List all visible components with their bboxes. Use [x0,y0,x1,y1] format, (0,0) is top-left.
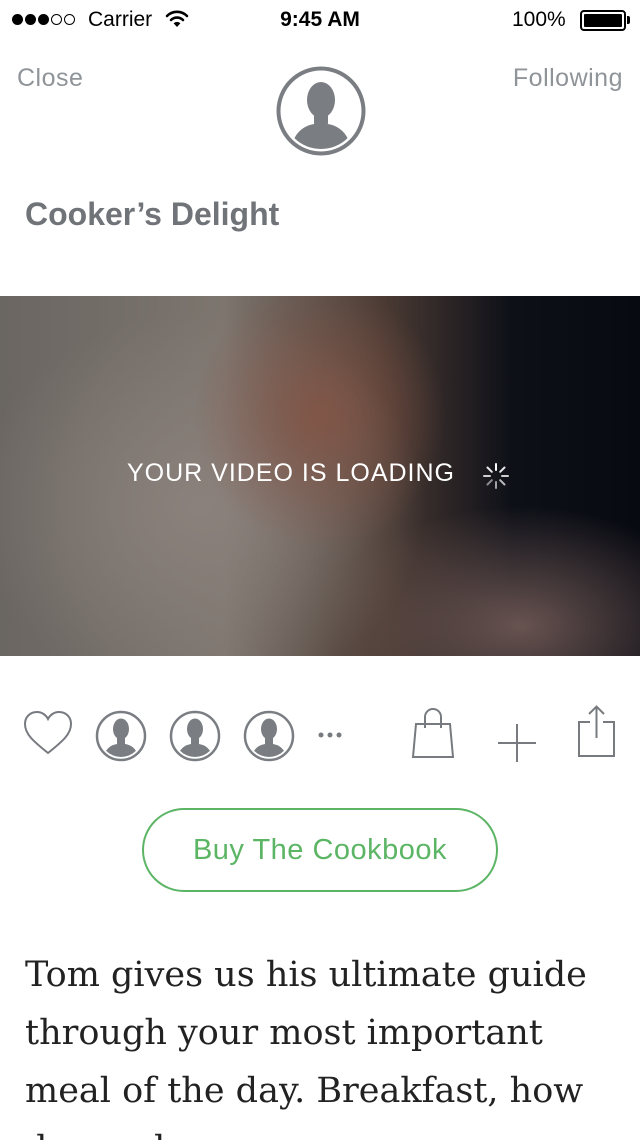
video-player[interactable]: YOUR VIDEO IS LOADING [0,296,640,656]
follower-avatar-icon[interactable] [95,710,147,762]
following-button[interactable]: Following [513,64,623,93]
action-bar [0,700,640,770]
description-text: Tom gives us his ultimate guide through … [25,955,587,1140]
buy-cookbook-button[interactable]: Buy The Cookbook [142,808,498,892]
shopping-bag-icon[interactable] [410,706,456,760]
profile-avatar-icon[interactable] [276,66,366,156]
battery-percentage: 100% [512,8,566,31]
status-bar: Carrier 9:45 AM 100% [0,0,640,40]
follower-avatar-icon[interactable] [169,710,221,762]
loading-spinner-icon [483,463,509,489]
battery-icon [580,10,626,31]
close-button[interactable]: Close [17,64,83,93]
battery-cap [627,16,630,24]
add-icon[interactable] [496,722,538,764]
heart-icon[interactable] [23,710,73,756]
share-icon[interactable] [576,704,618,760]
more-dots-icon[interactable] [316,730,346,740]
page-title: Cooker’s Delight [25,196,280,232]
follower-avatar-icon[interactable] [243,710,295,762]
